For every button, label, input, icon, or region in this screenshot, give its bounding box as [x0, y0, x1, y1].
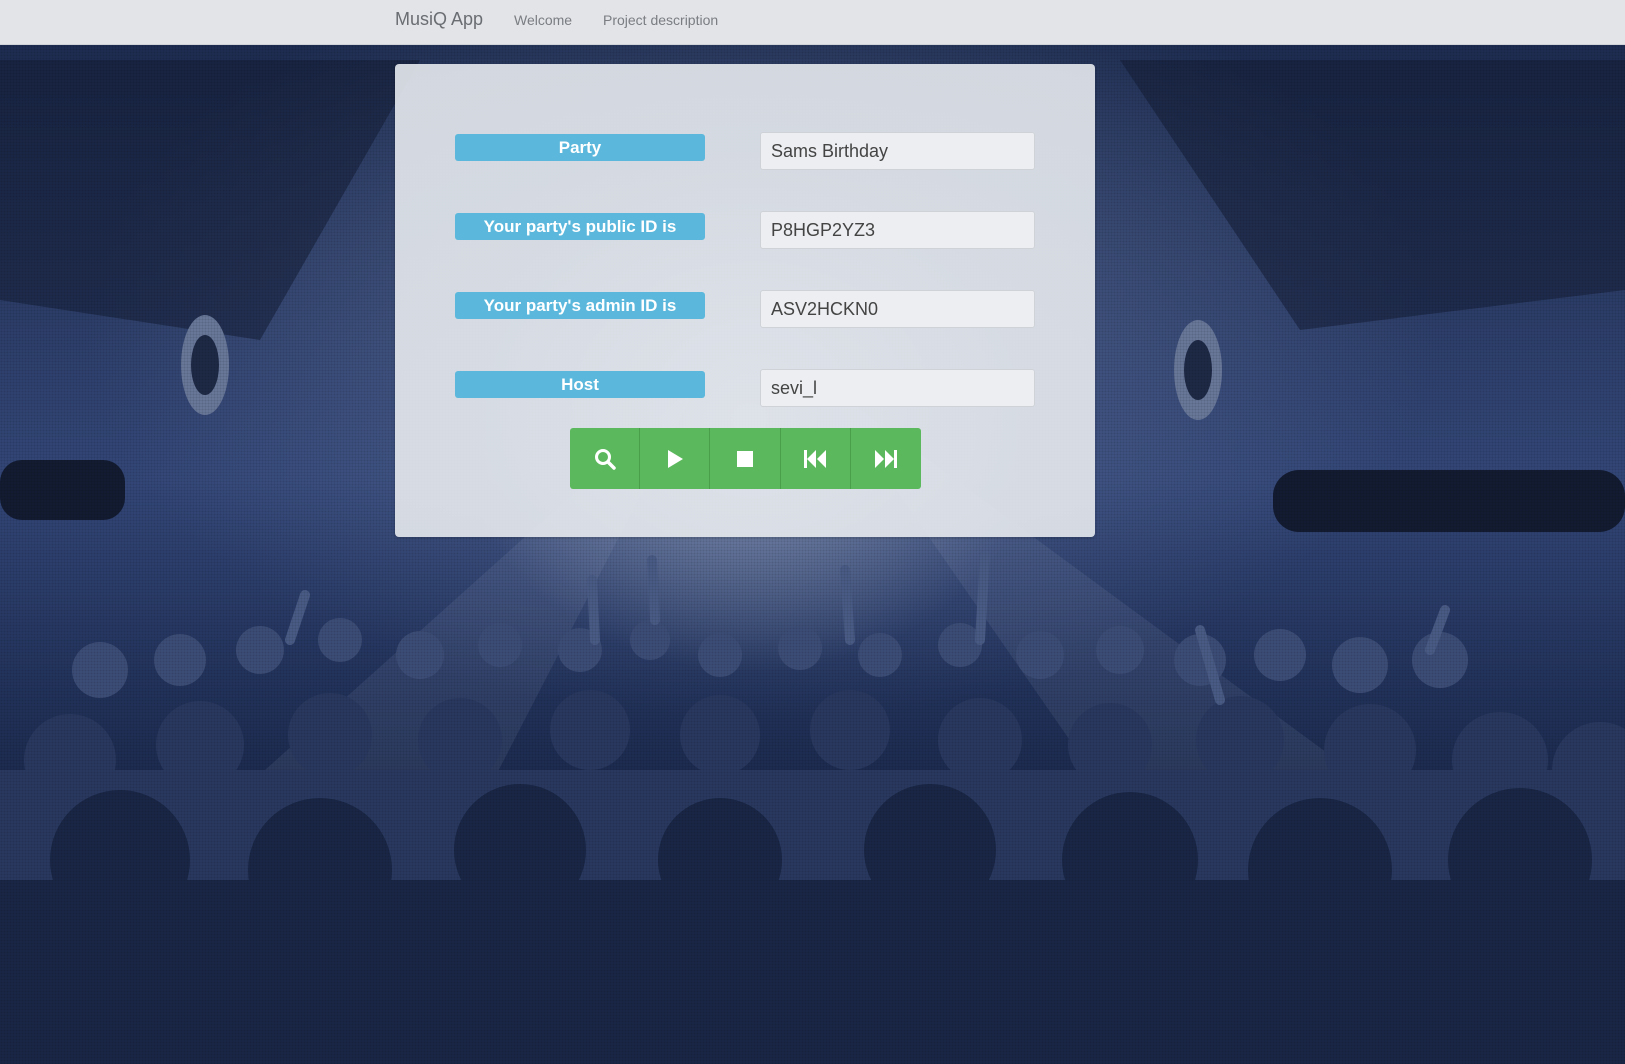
- page: MusiQ App Welcome Project description Pa…: [0, 0, 1625, 1064]
- admin-id-row: Your party's admin ID is: [455, 290, 1035, 330]
- public-id-field[interactable]: [760, 211, 1035, 249]
- admin-id-label: Your party's admin ID is: [455, 292, 705, 319]
- public-id-label: Your party's public ID is: [455, 213, 705, 240]
- next-track-button[interactable]: [850, 428, 921, 489]
- host-label: Host: [455, 371, 705, 398]
- nav-welcome-link[interactable]: Welcome: [514, 12, 572, 28]
- host-row: Host: [455, 369, 1035, 409]
- host-field[interactable]: [760, 369, 1035, 407]
- brand-link[interactable]: MusiQ App: [395, 9, 483, 30]
- navbar: MusiQ App Welcome Project description: [0, 0, 1625, 45]
- party-name-field[interactable]: [760, 132, 1035, 170]
- previous-track-button[interactable]: [780, 428, 851, 489]
- stop-button[interactable]: [710, 428, 781, 489]
- party-info-card: Party Your party's public ID is Your par…: [395, 64, 1095, 537]
- stop-icon: [737, 450, 753, 467]
- public-id-row: Your party's public ID is: [455, 211, 1035, 251]
- party-name-label: Party: [455, 134, 705, 161]
- playback-controls: [570, 428, 921, 489]
- play-icon: [667, 449, 683, 468]
- nav-project-description-link[interactable]: Project description: [603, 12, 718, 28]
- skip-forward-icon: [874, 449, 897, 468]
- admin-id-field[interactable]: [760, 290, 1035, 328]
- party-name-row: Party: [455, 132, 1035, 172]
- search-icon: [594, 448, 616, 470]
- skip-backward-icon: [804, 449, 827, 468]
- search-button[interactable]: [570, 428, 641, 489]
- play-button[interactable]: [640, 428, 711, 489]
